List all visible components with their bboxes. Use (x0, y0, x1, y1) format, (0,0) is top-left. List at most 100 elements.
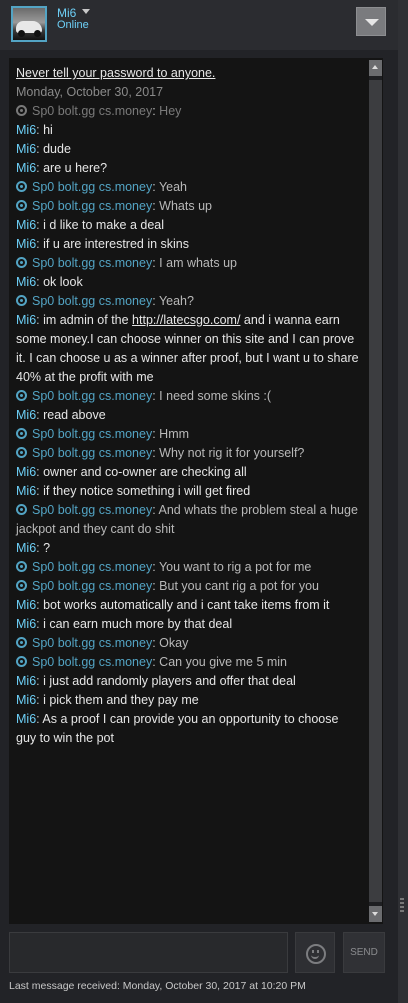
message-sender[interactable]: Mi6 (16, 693, 36, 707)
chat-message: Sp0 bolt.gg cs.money: I need some skins … (16, 387, 361, 406)
message-sender[interactable]: Mi6 (16, 465, 36, 479)
message-text: hi (43, 123, 53, 137)
message-sender[interactable]: Mi6 (16, 313, 36, 327)
message-sender[interactable]: Mi6 (16, 484, 36, 498)
message-text: Why not rig it for yourself? (159, 446, 305, 460)
steam-icon (16, 257, 27, 268)
chat-menu-button[interactable] (356, 7, 386, 36)
message-sender[interactable]: Mi6 (16, 142, 36, 156)
scroll-thumb[interactable] (369, 80, 382, 902)
chat-message: Sp0 bolt.gg cs.money: Okay (16, 634, 361, 653)
message-sender[interactable]: Mi6 (16, 408, 36, 422)
chat-message: Sp0 bolt.gg cs.money: Whats up (16, 197, 361, 216)
chat-message: Sp0 bolt.gg cs.money: You want to rig a … (16, 558, 361, 577)
message-sender[interactable]: Mi6 (16, 275, 36, 289)
message-list: Never tell your password to anyone. Mond… (16, 64, 361, 748)
message-sender[interactable]: Mi6 (16, 712, 36, 726)
message-sender[interactable]: Sp0 bolt.gg cs.money (32, 579, 152, 593)
message-sender[interactable]: Mi6 (16, 674, 36, 688)
message-text: i just add randomly players and offer th… (43, 674, 296, 688)
resize-grip-icon[interactable] (400, 898, 404, 914)
message-sender[interactable]: Mi6 (16, 541, 36, 555)
chat-message: Sp0 bolt.gg cs.money: Hey (16, 102, 361, 121)
scroll-up-button[interactable] (369, 60, 382, 76)
message-text: You want to rig a pot for me (158, 560, 312, 574)
message-sender[interactable]: Sp0 bolt.gg cs.money (32, 560, 152, 574)
message-link[interactable]: http://latecsgo.com/ (132, 313, 240, 327)
message-sender[interactable]: Sp0 bolt.gg cs.money (32, 655, 152, 669)
chat-log: Never tell your password to anyone. Mond… (9, 58, 383, 924)
steam-icon (16, 105, 27, 116)
chat-message: Mi6: i pick them and they pay me (16, 693, 199, 707)
message-text: i d like to make a deal (43, 218, 165, 232)
message-text: owner and co-owner are checking all (43, 465, 247, 479)
chat-message: Sp0 bolt.gg cs.money: Why not rig it for… (16, 444, 361, 463)
scroll-down-button[interactable] (369, 906, 382, 922)
chat-message: Mi6: if u are interestred in skins (16, 237, 190, 251)
window-edge (398, 0, 408, 1003)
message-sender[interactable]: Mi6 (16, 237, 36, 251)
message-text: Whats up (159, 199, 212, 213)
message-text: ok look (43, 275, 83, 289)
chat-message: Mi6: im admin of the http://latecsgo.com… (16, 313, 359, 384)
message-text: im admin of the (43, 313, 133, 327)
message-text: Hey (159, 104, 182, 118)
chat-message: Mi6: owner and co-owner are checking all (16, 465, 247, 479)
chat-message: Mi6: As a proof I can provide you an opp… (16, 712, 339, 745)
friend-status: Online (57, 19, 89, 31)
message-text: i pick them and they pay me (43, 693, 199, 707)
message-sender[interactable]: Mi6 (16, 617, 36, 631)
last-message-received: Last message received: Monday, October 3… (9, 980, 306, 992)
emoji-button[interactable] (295, 932, 335, 973)
password-warning: Never tell your password to anyone. (16, 66, 216, 80)
name-dropdown-icon[interactable] (82, 9, 90, 14)
chat-message: Mi6: ? (16, 541, 51, 555)
message-sender[interactable]: Mi6 (16, 123, 36, 137)
chat-message: Mi6: if they notice something i will get… (16, 484, 251, 498)
message-sender[interactable]: Sp0 bolt.gg cs.money (32, 636, 152, 650)
message-text: I am whats up (159, 256, 237, 270)
message-text: are u here? (43, 161, 108, 175)
date-separator: Monday, October 30, 2017 (16, 85, 164, 99)
chat-message: Mi6: dude (16, 142, 71, 156)
message-text: Okay (159, 636, 189, 650)
message-sender[interactable]: Sp0 bolt.gg cs.money (32, 199, 152, 213)
message-sender[interactable]: Sp0 bolt.gg cs.money (32, 503, 152, 517)
message-text: Yeah? (158, 294, 194, 308)
message-sender[interactable]: Sp0 bolt.gg cs.money (32, 294, 152, 308)
steam-icon (16, 561, 27, 572)
friend-name[interactable]: Mi6 (57, 6, 76, 20)
chat-header: Mi6 Online (0, 0, 408, 50)
chat-message: Mi6: bot works automatically and i cant … (16, 598, 330, 612)
chat-message: Mi6: ok look (16, 275, 83, 289)
message-text: I need some skins :( (159, 389, 272, 403)
message-sender[interactable]: Mi6 (16, 218, 36, 232)
message-input[interactable] (9, 932, 288, 973)
chat-message: Sp0 bolt.gg cs.money: Can you give me 5 … (16, 653, 361, 672)
message-text: read above (43, 408, 106, 422)
steam-icon (16, 447, 27, 458)
message-sender[interactable]: Sp0 bolt.gg cs.money (32, 446, 152, 460)
message-sender[interactable]: Sp0 bolt.gg cs.money (32, 104, 152, 118)
message-text: i can earn much more by that deal (43, 617, 233, 631)
chat-message: Mi6: i just add randomly players and off… (16, 674, 296, 688)
steam-icon (16, 637, 27, 648)
message-text: As a proof I can provide you an opportun… (16, 712, 339, 745)
message-sender[interactable]: Mi6 (16, 598, 36, 612)
message-sender[interactable]: Sp0 bolt.gg cs.money (32, 389, 152, 403)
chat-scrollbar[interactable] (369, 60, 382, 922)
avatar[interactable] (11, 6, 47, 42)
steam-icon (16, 295, 27, 306)
steam-icon (16, 428, 27, 439)
chat-message: Mi6: i d like to make a deal (16, 218, 165, 232)
steam-icon (16, 200, 27, 211)
message-sender[interactable]: Sp0 bolt.gg cs.money (32, 180, 152, 194)
chat-message: Sp0 bolt.gg cs.money: But you cant rig a… (16, 577, 361, 596)
chat-message: Sp0 bolt.gg cs.money: Yeah? (16, 292, 361, 311)
steam-icon (16, 390, 27, 401)
message-sender[interactable]: Mi6 (16, 161, 36, 175)
send-button[interactable]: SEND (343, 932, 385, 973)
message-sender[interactable]: Sp0 bolt.gg cs.money (32, 256, 152, 270)
smiley-icon (306, 944, 326, 964)
message-sender[interactable]: Sp0 bolt.gg cs.money (32, 427, 152, 441)
